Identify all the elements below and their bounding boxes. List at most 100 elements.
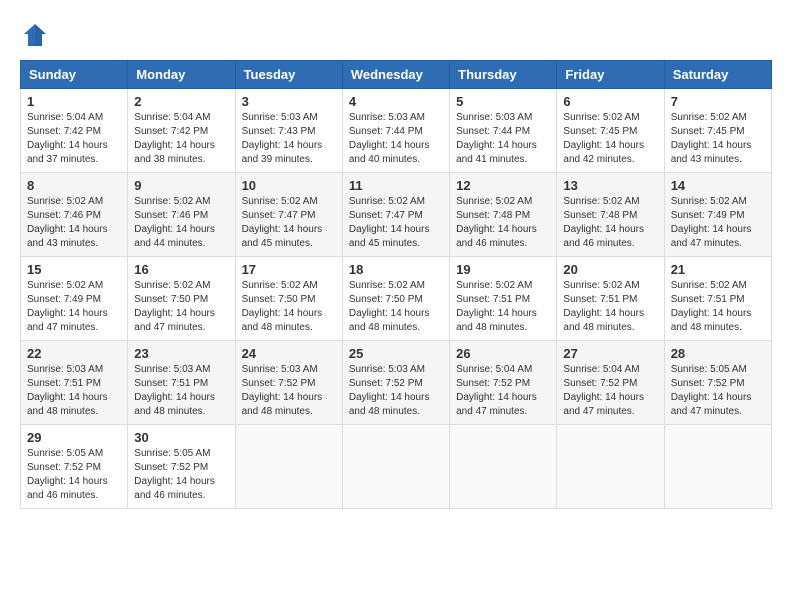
calendar-day-header: Wednesday bbox=[342, 61, 449, 89]
day-number: 12 bbox=[456, 178, 550, 193]
cell-details: Sunrise: 5:04 AM Sunset: 7:42 PM Dayligh… bbox=[27, 111, 121, 167]
day-number: 9 bbox=[134, 178, 228, 193]
calendar-cell: 30 Sunrise: 5:05 AM Sunset: 7:52 PM Dayl… bbox=[128, 425, 235, 509]
calendar-cell: 17 Sunrise: 5:02 AM Sunset: 7:50 PM Dayl… bbox=[235, 257, 342, 341]
logo-icon bbox=[20, 20, 50, 50]
calendar-day-header: Friday bbox=[557, 61, 664, 89]
calendar-day-header: Tuesday bbox=[235, 61, 342, 89]
calendar-cell: 29 Sunrise: 5:05 AM Sunset: 7:52 PM Dayl… bbox=[21, 425, 128, 509]
calendar-cell: 24 Sunrise: 5:03 AM Sunset: 7:52 PM Dayl… bbox=[235, 341, 342, 425]
calendar-cell: 23 Sunrise: 5:03 AM Sunset: 7:51 PM Dayl… bbox=[128, 341, 235, 425]
day-number: 27 bbox=[563, 346, 657, 361]
calendar-cell: 28 Sunrise: 5:05 AM Sunset: 7:52 PM Dayl… bbox=[664, 341, 771, 425]
calendar-day-header: Monday bbox=[128, 61, 235, 89]
cell-details: Sunrise: 5:02 AM Sunset: 7:50 PM Dayligh… bbox=[242, 279, 336, 335]
day-number: 23 bbox=[134, 346, 228, 361]
calendar-day-header: Saturday bbox=[664, 61, 771, 89]
calendar-cell: 25 Sunrise: 5:03 AM Sunset: 7:52 PM Dayl… bbox=[342, 341, 449, 425]
cell-details: Sunrise: 5:02 AM Sunset: 7:45 PM Dayligh… bbox=[671, 111, 765, 167]
day-number: 2 bbox=[134, 94, 228, 109]
cell-details: Sunrise: 5:02 AM Sunset: 7:51 PM Dayligh… bbox=[671, 279, 765, 335]
cell-details: Sunrise: 5:02 AM Sunset: 7:51 PM Dayligh… bbox=[563, 279, 657, 335]
calendar-cell: 12 Sunrise: 5:02 AM Sunset: 7:48 PM Dayl… bbox=[450, 173, 557, 257]
day-number: 17 bbox=[242, 262, 336, 277]
calendar-cell: 27 Sunrise: 5:04 AM Sunset: 7:52 PM Dayl… bbox=[557, 341, 664, 425]
calendar-cell: 20 Sunrise: 5:02 AM Sunset: 7:51 PM Dayl… bbox=[557, 257, 664, 341]
calendar-cell bbox=[342, 425, 449, 509]
calendar-cell: 10 Sunrise: 5:02 AM Sunset: 7:47 PM Dayl… bbox=[235, 173, 342, 257]
cell-details: Sunrise: 5:05 AM Sunset: 7:52 PM Dayligh… bbox=[27, 447, 121, 503]
cell-details: Sunrise: 5:03 AM Sunset: 7:51 PM Dayligh… bbox=[134, 363, 228, 419]
calendar-cell: 8 Sunrise: 5:02 AM Sunset: 7:46 PM Dayli… bbox=[21, 173, 128, 257]
calendar-table: SundayMondayTuesdayWednesdayThursdayFrid… bbox=[20, 60, 772, 509]
calendar-cell: 18 Sunrise: 5:02 AM Sunset: 7:50 PM Dayl… bbox=[342, 257, 449, 341]
day-number: 3 bbox=[242, 94, 336, 109]
calendar-cell: 11 Sunrise: 5:02 AM Sunset: 7:47 PM Dayl… bbox=[342, 173, 449, 257]
cell-details: Sunrise: 5:02 AM Sunset: 7:47 PM Dayligh… bbox=[242, 195, 336, 251]
day-number: 19 bbox=[456, 262, 550, 277]
cell-details: Sunrise: 5:04 AM Sunset: 7:52 PM Dayligh… bbox=[456, 363, 550, 419]
calendar-cell: 26 Sunrise: 5:04 AM Sunset: 7:52 PM Dayl… bbox=[450, 341, 557, 425]
cell-details: Sunrise: 5:02 AM Sunset: 7:48 PM Dayligh… bbox=[563, 195, 657, 251]
day-number: 29 bbox=[27, 430, 121, 445]
calendar-cell: 22 Sunrise: 5:03 AM Sunset: 7:51 PM Dayl… bbox=[21, 341, 128, 425]
cell-details: Sunrise: 5:02 AM Sunset: 7:48 PM Dayligh… bbox=[456, 195, 550, 251]
calendar-cell: 4 Sunrise: 5:03 AM Sunset: 7:44 PM Dayli… bbox=[342, 89, 449, 173]
calendar-cell: 3 Sunrise: 5:03 AM Sunset: 7:43 PM Dayli… bbox=[235, 89, 342, 173]
cell-details: Sunrise: 5:03 AM Sunset: 7:44 PM Dayligh… bbox=[349, 111, 443, 167]
day-number: 5 bbox=[456, 94, 550, 109]
page-header bbox=[20, 20, 772, 50]
calendar-cell: 9 Sunrise: 5:02 AM Sunset: 7:46 PM Dayli… bbox=[128, 173, 235, 257]
day-number: 25 bbox=[349, 346, 443, 361]
calendar-cell: 1 Sunrise: 5:04 AM Sunset: 7:42 PM Dayli… bbox=[21, 89, 128, 173]
day-number: 20 bbox=[563, 262, 657, 277]
day-number: 6 bbox=[563, 94, 657, 109]
day-number: 22 bbox=[27, 346, 121, 361]
calendar-cell: 5 Sunrise: 5:03 AM Sunset: 7:44 PM Dayli… bbox=[450, 89, 557, 173]
calendar-cell: 7 Sunrise: 5:02 AM Sunset: 7:45 PM Dayli… bbox=[664, 89, 771, 173]
calendar-cell bbox=[664, 425, 771, 509]
day-number: 16 bbox=[134, 262, 228, 277]
calendar-cell bbox=[450, 425, 557, 509]
day-number: 7 bbox=[671, 94, 765, 109]
calendar-cell bbox=[235, 425, 342, 509]
calendar-cell: 13 Sunrise: 5:02 AM Sunset: 7:48 PM Dayl… bbox=[557, 173, 664, 257]
cell-details: Sunrise: 5:03 AM Sunset: 7:52 PM Dayligh… bbox=[349, 363, 443, 419]
day-number: 30 bbox=[134, 430, 228, 445]
cell-details: Sunrise: 5:05 AM Sunset: 7:52 PM Dayligh… bbox=[134, 447, 228, 503]
cell-details: Sunrise: 5:05 AM Sunset: 7:52 PM Dayligh… bbox=[671, 363, 765, 419]
logo bbox=[20, 20, 54, 50]
day-number: 14 bbox=[671, 178, 765, 193]
cell-details: Sunrise: 5:02 AM Sunset: 7:50 PM Dayligh… bbox=[134, 279, 228, 335]
day-number: 18 bbox=[349, 262, 443, 277]
cell-details: Sunrise: 5:03 AM Sunset: 7:44 PM Dayligh… bbox=[456, 111, 550, 167]
calendar-cell: 14 Sunrise: 5:02 AM Sunset: 7:49 PM Dayl… bbox=[664, 173, 771, 257]
day-number: 10 bbox=[242, 178, 336, 193]
day-number: 8 bbox=[27, 178, 121, 193]
cell-details: Sunrise: 5:04 AM Sunset: 7:42 PM Dayligh… bbox=[134, 111, 228, 167]
calendar-day-header: Thursday bbox=[450, 61, 557, 89]
cell-details: Sunrise: 5:03 AM Sunset: 7:43 PM Dayligh… bbox=[242, 111, 336, 167]
day-number: 1 bbox=[27, 94, 121, 109]
calendar-cell: 16 Sunrise: 5:02 AM Sunset: 7:50 PM Dayl… bbox=[128, 257, 235, 341]
day-number: 13 bbox=[563, 178, 657, 193]
day-number: 24 bbox=[242, 346, 336, 361]
cell-details: Sunrise: 5:02 AM Sunset: 7:50 PM Dayligh… bbox=[349, 279, 443, 335]
day-number: 15 bbox=[27, 262, 121, 277]
day-number: 28 bbox=[671, 346, 765, 361]
calendar-cell: 6 Sunrise: 5:02 AM Sunset: 7:45 PM Dayli… bbox=[557, 89, 664, 173]
calendar-cell: 2 Sunrise: 5:04 AM Sunset: 7:42 PM Dayli… bbox=[128, 89, 235, 173]
cell-details: Sunrise: 5:02 AM Sunset: 7:46 PM Dayligh… bbox=[134, 195, 228, 251]
day-number: 26 bbox=[456, 346, 550, 361]
cell-details: Sunrise: 5:03 AM Sunset: 7:51 PM Dayligh… bbox=[27, 363, 121, 419]
cell-details: Sunrise: 5:02 AM Sunset: 7:49 PM Dayligh… bbox=[671, 195, 765, 251]
cell-details: Sunrise: 5:02 AM Sunset: 7:45 PM Dayligh… bbox=[563, 111, 657, 167]
calendar-cell: 19 Sunrise: 5:02 AM Sunset: 7:51 PM Dayl… bbox=[450, 257, 557, 341]
cell-details: Sunrise: 5:04 AM Sunset: 7:52 PM Dayligh… bbox=[563, 363, 657, 419]
calendar-day-header: Sunday bbox=[21, 61, 128, 89]
cell-details: Sunrise: 5:02 AM Sunset: 7:51 PM Dayligh… bbox=[456, 279, 550, 335]
calendar-cell bbox=[557, 425, 664, 509]
cell-details: Sunrise: 5:02 AM Sunset: 7:47 PM Dayligh… bbox=[349, 195, 443, 251]
cell-details: Sunrise: 5:02 AM Sunset: 7:49 PM Dayligh… bbox=[27, 279, 121, 335]
day-number: 21 bbox=[671, 262, 765, 277]
